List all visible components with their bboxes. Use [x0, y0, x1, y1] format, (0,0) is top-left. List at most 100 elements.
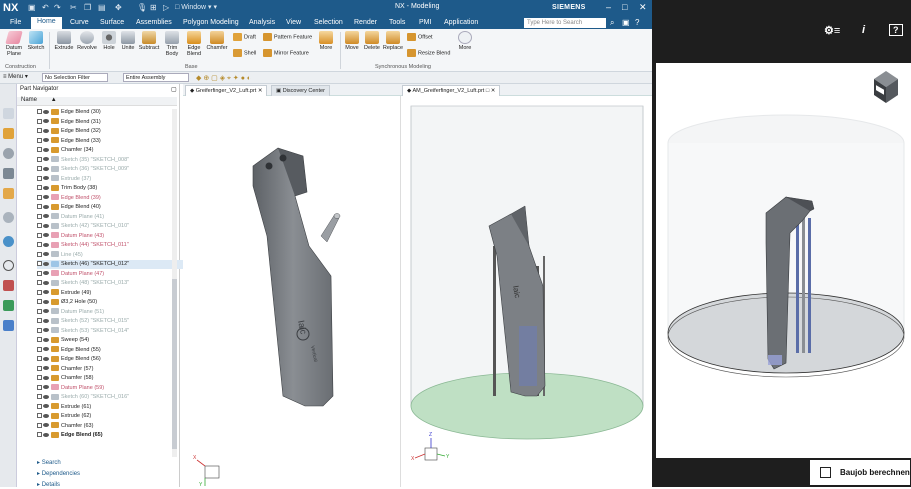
eye-icon[interactable] — [43, 347, 49, 352]
eye-icon[interactable] — [43, 157, 49, 162]
tree-node[interactable]: Edge Blend (65) — [37, 431, 187, 440]
menu-view[interactable]: View — [280, 18, 307, 27]
view-cube[interactable] — [874, 71, 898, 103]
help-icon[interactable]: ? — [635, 18, 639, 27]
tree-node[interactable]: Datum Plane (47) — [37, 270, 187, 279]
snap-icon[interactable]: ⊞ — [150, 3, 157, 12]
visibility-checkbox[interactable] — [37, 403, 42, 409]
eye-icon[interactable] — [43, 309, 49, 314]
maximize-icon[interactable]: □ — [622, 2, 627, 12]
visibility-checkbox[interactable] — [37, 137, 42, 143]
visibility-checkbox[interactable] — [37, 365, 42, 371]
pattern-feature-button[interactable]: Pattern Feature — [263, 33, 312, 41]
calculate-build-job-button[interactable]: Baujob berechnen — [810, 460, 910, 485]
visibility-checkbox[interactable] — [37, 394, 42, 400]
eye-icon[interactable] — [43, 394, 49, 399]
tab-greiferfinger[interactable]: ◆ Greiferfinger_V2_Luft.prt ✕ — [185, 85, 268, 96]
tree-node[interactable]: Edge Blend (55) — [37, 346, 187, 355]
visibility-checkbox[interactable] — [37, 413, 42, 419]
tree-node[interactable]: Trim Body (38) — [37, 184, 187, 193]
eye-icon[interactable] — [43, 176, 49, 181]
visibility-checkbox[interactable] — [37, 128, 42, 134]
eye-icon[interactable] — [43, 119, 49, 124]
role-icon[interactable] — [3, 188, 14, 199]
tree-node[interactable]: Chamfer (58) — [37, 374, 187, 383]
visibility-checkbox[interactable] — [37, 384, 42, 390]
selection-filter-select[interactable]: No Selection Filter — [42, 73, 108, 82]
eye-icon[interactable] — [43, 242, 49, 247]
tree-node[interactable]: Line (45) — [37, 251, 187, 260]
web-browser-icon[interactable] — [3, 212, 14, 223]
paste-icon[interactable]: ▤ — [98, 3, 106, 12]
play-icon[interactable]: ▷ — [163, 3, 169, 12]
manufacturing-icon[interactable] — [3, 300, 14, 311]
visibility-checkbox[interactable] — [37, 213, 42, 219]
eye-icon[interactable] — [43, 423, 49, 428]
visibility-checkbox[interactable] — [37, 118, 42, 124]
visibility-checkbox[interactable] — [37, 327, 42, 333]
tree-node[interactable]: Datum Plane (51) — [37, 308, 187, 317]
eye-icon[interactable] — [43, 166, 49, 171]
trim-body-button[interactable]: Trim Body — [162, 31, 182, 57]
tree-node[interactable]: Sketch (44) "SKETCH_011" — [37, 241, 187, 250]
tree-node[interactable]: Edge Blend (40) — [37, 203, 187, 212]
history-icon[interactable] — [3, 260, 14, 271]
tree-node[interactable]: Sweep (54) — [37, 336, 187, 345]
eye-icon[interactable] — [43, 138, 49, 143]
tree-node[interactable]: Sketch (42) "SKETCH_010" — [37, 222, 187, 231]
visibility-checkbox[interactable] — [37, 422, 42, 428]
tree-node[interactable]: Extrude (62) — [37, 412, 187, 421]
visibility-checkbox[interactable] — [37, 432, 42, 438]
extrude-button[interactable]: Extrude — [53, 31, 75, 51]
tree-node[interactable]: Chamfer (34) — [37, 146, 187, 155]
eye-icon[interactable] — [43, 413, 49, 418]
tree-node[interactable]: Edge Blend (56) — [37, 355, 187, 364]
replace-face-button[interactable]: Replace — [381, 31, 405, 51]
search-panel-header[interactable]: ▸ Search — [37, 459, 61, 466]
menu-curve[interactable]: Curve — [64, 18, 95, 27]
command-search-input[interactable]: Type Here to Search — [524, 18, 606, 28]
tree-node[interactable]: Edge Blend (33) — [37, 137, 187, 146]
assembly-navigator-icon[interactable] — [3, 108, 14, 119]
tree-node[interactable]: Sketch (60) "SKETCH_016" — [37, 393, 187, 402]
tree-node[interactable]: Extrude (49) — [37, 289, 187, 298]
info-icon[interactable]: i — [862, 24, 865, 36]
tree-node[interactable]: Edge Blend (31) — [37, 118, 187, 127]
selection-scope-select[interactable]: Entire Assembly — [123, 73, 189, 82]
tree-node[interactable]: Edge Blend (39) — [37, 194, 187, 203]
sync-more-button[interactable]: More — [455, 31, 475, 51]
eye-icon[interactable] — [43, 375, 49, 380]
menu-surface[interactable]: Surface — [94, 18, 130, 27]
visibility-checkbox[interactable] — [37, 147, 42, 153]
undo-icon[interactable]: ↶ — [42, 3, 49, 12]
tree-node[interactable]: Sketch (35) "SKETCH_008" — [37, 156, 187, 165]
subtract-button[interactable]: Subtract — [137, 31, 161, 51]
visibility-checkbox[interactable] — [37, 185, 42, 191]
tree-node[interactable]: Extrude (61) — [37, 403, 187, 412]
redo-icon[interactable]: ↷ — [54, 3, 61, 12]
move-face-button[interactable]: Move — [342, 31, 362, 51]
visibility-checkbox[interactable] — [37, 242, 42, 248]
eye-icon[interactable] — [43, 290, 49, 295]
eye-icon[interactable] — [43, 185, 49, 190]
eye-icon[interactable] — [43, 109, 49, 114]
mic-icon[interactable]: 🎙 — [137, 3, 147, 12]
unite-button[interactable]: Unite — [119, 31, 137, 51]
menu-tools[interactable]: Tools — [383, 18, 411, 27]
tree-node[interactable]: Datum Plane (43) — [37, 232, 187, 241]
eye-icon[interactable] — [43, 356, 49, 361]
delete-face-button[interactable]: Delete — [362, 31, 382, 51]
ribbon-toggle-icon[interactable]: ▣ — [622, 18, 630, 27]
tree-node[interactable]: Datum Plane (41) — [37, 213, 187, 222]
mirror-feature-button[interactable]: Mirror Feature — [263, 49, 309, 57]
visibility-checkbox[interactable] — [37, 261, 42, 267]
tree-node[interactable]: Edge Blend (32) — [37, 127, 187, 136]
part-navigator-icon[interactable] — [3, 128, 14, 139]
visibility-checkbox[interactable] — [37, 156, 42, 162]
tab-discovery-center[interactable]: ▣ Discovery Center — [271, 85, 330, 96]
visibility-checkbox[interactable] — [37, 308, 42, 314]
eye-icon[interactable] — [43, 328, 49, 333]
resize-blend-button[interactable]: Resize Blend — [407, 49, 450, 57]
search-icon[interactable]: ⌕ — [610, 18, 614, 28]
sketch-button[interactable]: Sketch — [26, 31, 46, 51]
